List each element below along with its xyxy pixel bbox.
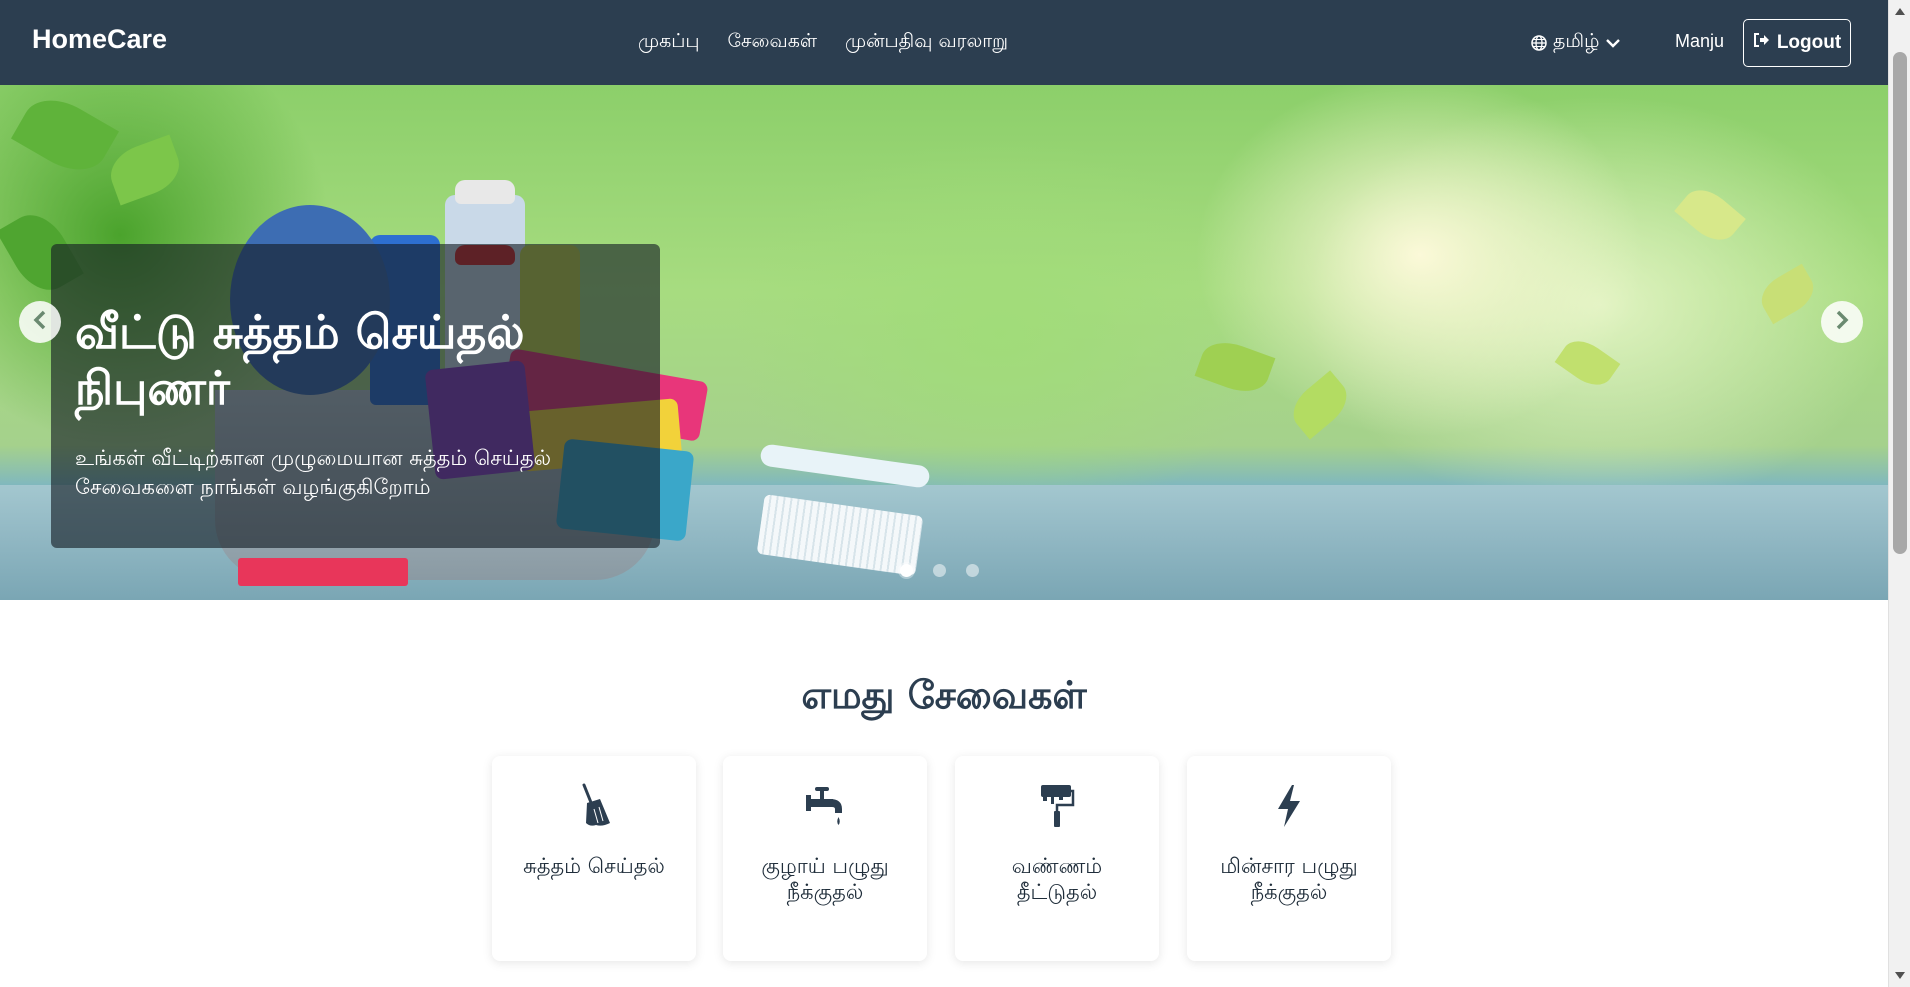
faucet-icon bbox=[804, 783, 846, 829]
service-card-electrical[interactable]: மின்சார பழுது நீக்குதல் bbox=[1187, 756, 1391, 961]
sign-out-icon bbox=[1753, 32, 1771, 54]
service-card-painting[interactable]: வண்ணம் தீட்டுதல் bbox=[955, 756, 1159, 961]
broom-icon bbox=[574, 783, 614, 829]
carousel-dot-1[interactable] bbox=[900, 564, 913, 577]
carousel-prev-button[interactable] bbox=[19, 301, 61, 343]
logout-label: Logout bbox=[1776, 32, 1842, 53]
user-name: Manju bbox=[1675, 31, 1725, 51]
top-navbar: HomeCare முகப்பு சேவைகள் முன்பதிவு வரலாற… bbox=[0, 0, 1888, 85]
hero-title: வீட்டு சுத்தம் செய்தல் நிபுணர் bbox=[75, 305, 525, 416]
scroll-up-arrow-icon[interactable] bbox=[1895, 8, 1905, 15]
service-card-cleaning[interactable]: சுத்தம் செய்தல் bbox=[492, 756, 696, 961]
service-label: வண்ணம் தீட்டுதல் bbox=[1011, 854, 1103, 905]
carousel-indicators bbox=[900, 564, 979, 577]
scrollbar-thumb[interactable] bbox=[1893, 52, 1907, 554]
service-label: குழாய் பழுது நீக்குதல் bbox=[761, 854, 889, 905]
nav-link-home[interactable]: முகப்பு bbox=[638, 30, 700, 55]
page-scrollbar[interactable] bbox=[1888, 0, 1910, 987]
nav-link-booking-history[interactable]: முன்பதிவு வரலாறு bbox=[845, 30, 1008, 55]
nav-link-services[interactable]: சேவைகள் bbox=[728, 30, 817, 55]
chevron-down-icon bbox=[1605, 37, 1621, 49]
paint-roller-icon bbox=[1039, 783, 1075, 829]
globe-icon bbox=[1531, 34, 1547, 51]
hero-caption: வீட்டு சுத்தம் செய்தல் நிபுணர் உங்கள் வீ… bbox=[51, 244, 660, 548]
language-dropdown[interactable]: தமிழ் bbox=[1531, 30, 1621, 55]
chevron-right-icon bbox=[1833, 309, 1851, 335]
carousel-dot-3[interactable] bbox=[966, 564, 979, 577]
logout-button[interactable]: Logout bbox=[1743, 19, 1851, 67]
brand-logo[interactable]: HomeCare bbox=[32, 24, 167, 55]
carousel-next-button[interactable] bbox=[1821, 301, 1863, 343]
scroll-down-arrow-icon[interactable] bbox=[1895, 972, 1905, 979]
service-label: சுத்தம் செய்தல் bbox=[523, 854, 665, 878]
service-label: மின்சார பழுது நீக்குதல் bbox=[1220, 854, 1358, 905]
language-label: தமிழ் bbox=[1553, 30, 1600, 52]
lightning-icon bbox=[1274, 783, 1304, 829]
main-nav: முகப்பு சேவைகள் முன்பதிவு வரலாறு bbox=[638, 30, 1008, 55]
chevron-left-icon bbox=[31, 309, 49, 335]
services-heading: எமது சேவைகள் bbox=[801, 673, 1087, 717]
service-card-plumbing[interactable]: குழாய் பழுது நீக்குதல் bbox=[723, 756, 927, 961]
hero-carousel: வீட்டு சுத்தம் செய்தல் நிபுணர் உங்கள் வீ… bbox=[0, 85, 1888, 600]
hero-subtitle: உங்கள் வீட்டிற்கான முழுமையான சுத்தம் செய… bbox=[75, 446, 552, 500]
carousel-dot-2[interactable] bbox=[933, 564, 946, 577]
